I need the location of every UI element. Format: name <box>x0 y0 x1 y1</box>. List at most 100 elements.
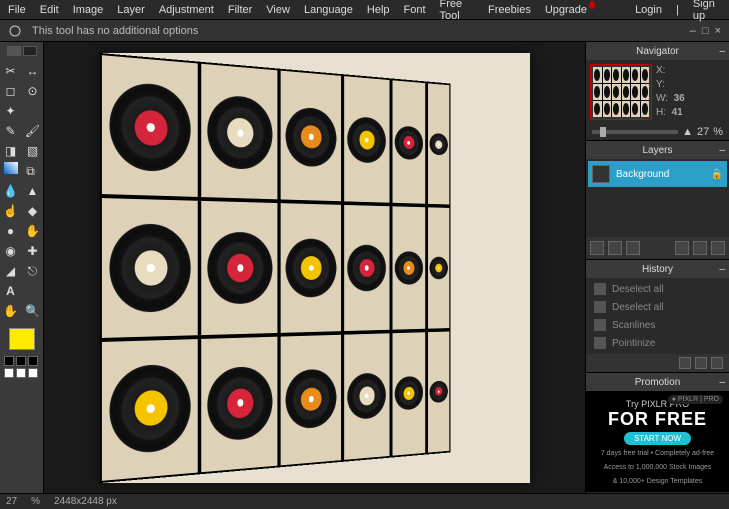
clone-tool-icon[interactable]: ⧉ <box>22 162 40 180</box>
current-tool-icon <box>8 24 22 38</box>
canvas-image <box>100 53 530 483</box>
fill-tool-icon[interactable]: ▧ <box>24 142 42 160</box>
menu-image[interactable]: Image <box>73 4 104 16</box>
canvas-area[interactable] <box>44 42 585 493</box>
menu-upgrade[interactable]: Upgrade <box>545 4 587 16</box>
zoom-slider[interactable]: ▲ 27 % <box>586 124 729 140</box>
crop-tool-icon[interactable]: ✂ <box>2 62 20 80</box>
navigator-thumbnail[interactable] <box>590 64 652 120</box>
upgrade-badge-icon <box>589 1 595 9</box>
menu-help[interactable]: Help <box>367 4 390 16</box>
shape-tool-icon[interactable]: ◢ <box>2 262 20 280</box>
menubar: File Edit Image Layer Adjustment Filter … <box>0 0 729 20</box>
promotion-title: Promotion <box>635 377 681 388</box>
status-zoom: 27 <box>6 496 17 507</box>
menu-language[interactable]: Language <box>304 4 353 16</box>
menu-font[interactable]: Font <box>404 4 426 16</box>
history-undo-icon[interactable] <box>679 357 691 369</box>
navigator-info: X: Y: W: 36 H: 41 <box>656 64 725 120</box>
zoom-tool-icon[interactable]: 🔍 <box>24 302 42 320</box>
promo-cta-button[interactable]: START NOW <box>624 432 691 445</box>
eraser-tool-icon[interactable]: ◨ <box>2 142 20 160</box>
layer-fx-icon[interactable] <box>626 241 640 255</box>
zoom-pct: % <box>713 126 723 138</box>
lasso-tool-icon[interactable]: ⊙ <box>24 82 42 100</box>
history-item[interactable]: Pointinize <box>588 334 727 352</box>
panels: Navigator – X: Y: W: 36 H: 41 ▲ 27 % Laye… <box>585 42 729 493</box>
menu-filter[interactable]: Filter <box>228 4 252 16</box>
dodge-tool-icon[interactable]: ● <box>2 222 20 240</box>
gradient-tool-icon[interactable] <box>4 162 18 174</box>
smudge-tool-icon[interactable]: ☝ <box>2 202 20 220</box>
empty-tool <box>24 102 42 120</box>
statusbar: 27 % 2448x2448 px <box>0 493 729 509</box>
pencil-tool-icon[interactable]: ✎ <box>2 122 20 140</box>
status-dimensions: 2448x2448 px <box>54 496 117 507</box>
promo-sub1: 7 days free trial • Completely ad-free <box>586 449 729 459</box>
lock-icon[interactable]: 🔒 <box>711 169 723 180</box>
history-item[interactable]: Deselect all <box>588 280 727 298</box>
menu-file[interactable]: File <box>8 4 26 16</box>
burn-tool-icon[interactable]: ✋ <box>24 222 42 240</box>
picker-tool-icon[interactable]: ⎋ <box>24 262 42 280</box>
history-trash-icon[interactable] <box>711 357 723 369</box>
layers-toolbar <box>586 237 729 259</box>
layers-panel: Layers– Background 🔒 <box>586 141 729 260</box>
history-item[interactable]: Deselect all <box>588 298 727 316</box>
history-panel: History – Deselect all Deselect all Scanl… <box>586 260 729 373</box>
history-step-icon <box>594 337 606 349</box>
history-close-icon[interactable]: – <box>719 264 725 275</box>
layer-down-icon[interactable] <box>693 241 707 255</box>
navigator-panel: Navigator – X: Y: W: 36 H: 41 ▲ 27 % <box>586 42 729 141</box>
history-item[interactable]: Scanlines <box>588 316 727 334</box>
foreground-color-swatch[interactable] <box>9 328 35 350</box>
signup-link[interactable]: Sign up <box>693 0 721 22</box>
sharpen-tool-icon[interactable]: ▲ <box>24 182 42 200</box>
blur-tool-icon[interactable]: 💧 <box>2 182 20 200</box>
promo-sub2: Access to 1,000,000 Stock Images <box>586 463 729 473</box>
hand-tool-icon[interactable]: ✋ <box>2 302 20 320</box>
empty-tool-2 <box>24 282 42 300</box>
type-tool-icon[interactable]: A <box>2 282 20 300</box>
toolbar: ✂↔ ◻⊙ ✦ ✎🖌 ◨▧ ⧉ 💧▲ ☝◆ ●✋ ◉✚ ◢⎋ A ✋🔍 <box>0 42 44 493</box>
zoom-in-icon[interactable]: ▲ <box>682 126 693 138</box>
layer-name: Background <box>616 169 669 180</box>
navigator-close-icon[interactable]: – <box>719 46 725 57</box>
history-step-icon <box>594 319 606 331</box>
menu-edit[interactable]: Edit <box>40 4 59 16</box>
sponge-tool-icon[interactable]: ◆ <box>24 202 42 220</box>
layers-close-icon[interactable]: – <box>719 145 725 156</box>
marquee-tool-icon[interactable]: ◻ <box>2 82 20 100</box>
window-restore-icon[interactable]: □ <box>702 25 709 37</box>
history-step-icon <box>594 283 606 295</box>
wand-tool-icon[interactable]: ✦ <box>2 102 20 120</box>
layer-mask-icon[interactable] <box>608 241 622 255</box>
menu-freetool[interactable]: Free Tool <box>440 0 474 22</box>
history-title: History <box>642 264 673 275</box>
zoom-value: 27 <box>697 126 709 138</box>
navigator-title: Navigator <box>636 46 679 57</box>
window-close-icon[interactable]: × <box>715 25 721 37</box>
menu-freebies[interactable]: Freebies <box>488 4 531 16</box>
brush-tool-icon[interactable]: 🖌 <box>24 122 42 140</box>
layer-new-icon[interactable] <box>590 241 604 255</box>
promo-sub3: & 10,000+ Design Templates <box>586 477 729 487</box>
menu-view[interactable]: View <box>266 4 290 16</box>
layer-thumbnail-icon <box>592 165 610 183</box>
redeye-tool-icon[interactable]: ◉ <box>2 242 20 260</box>
window-minimize-icon[interactable]: – <box>690 25 696 37</box>
history-redo-icon[interactable] <box>695 357 707 369</box>
color-swatches[interactable] <box>4 356 40 378</box>
menu-adjustment[interactable]: Adjustment <box>159 4 214 16</box>
promotion-close-icon[interactable]: – <box>719 377 725 388</box>
layer-row[interactable]: Background 🔒 <box>588 161 727 187</box>
menu-separator: | <box>676 4 679 16</box>
promo-line2: FOR FREE <box>586 409 729 430</box>
heal-tool-icon[interactable]: ✚ <box>24 242 42 260</box>
layer-trash-icon[interactable] <box>711 241 725 255</box>
move-tool-icon[interactable]: ↔ <box>24 62 42 80</box>
menu-layer[interactable]: Layer <box>117 4 145 16</box>
login-link[interactable]: Login <box>635 4 662 16</box>
layer-up-icon[interactable] <box>675 241 689 255</box>
toolbar-tabs[interactable] <box>7 46 37 56</box>
